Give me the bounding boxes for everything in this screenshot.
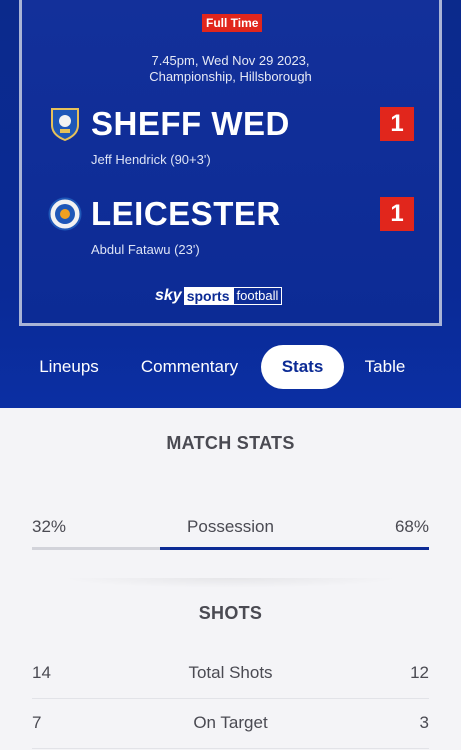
stat-row-total-shots: 14 Total Shots 12 bbox=[0, 663, 461, 693]
section-divider-shadow bbox=[60, 578, 400, 588]
possession-row: 32% Possession 68% bbox=[0, 517, 461, 547]
match-stats-heading: MATCH STATS bbox=[166, 433, 295, 453]
possession-bar-home bbox=[32, 547, 160, 550]
tab-table[interactable]: Table bbox=[358, 345, 412, 389]
home-score: 1 bbox=[380, 107, 414, 141]
tab-stats[interactable]: Stats bbox=[261, 345, 344, 389]
brand-sky: sky bbox=[155, 287, 182, 304]
status-badge: Full Time bbox=[202, 14, 263, 32]
possession-label: Possession bbox=[187, 517, 274, 536]
away-team-name[interactable]: LEICESTER bbox=[91, 195, 281, 233]
stat-divider bbox=[32, 748, 429, 749]
match-header: Full Time 7.45pm, Wed Nov 29 2023, Champ… bbox=[0, 0, 461, 408]
leicester-city-crest-icon[interactable] bbox=[48, 197, 82, 231]
scoreboard-card bbox=[19, 0, 442, 326]
on-target-away: 3 bbox=[419, 713, 429, 732]
shots-heading: SHOTS bbox=[198, 603, 263, 623]
tab-lineups[interactable]: Lineups bbox=[28, 345, 110, 389]
match-datetime: 7.45pm, Wed Nov 29 2023, bbox=[151, 53, 310, 68]
sky-sports-football-logo: sky sports football bbox=[155, 286, 283, 306]
total-shots-away: 12 bbox=[410, 663, 429, 682]
brand-sports: sports bbox=[183, 287, 233, 305]
total-shots-label: Total Shots bbox=[188, 663, 273, 682]
possession-away: 68% bbox=[394, 517, 429, 536]
sheffield-wednesday-crest-icon[interactable] bbox=[50, 107, 80, 142]
match-tabs: Lineups Commentary Stats Table bbox=[0, 340, 461, 394]
away-scorer: Abdul Fatawu (23') bbox=[91, 242, 200, 257]
stat-divider bbox=[32, 698, 429, 699]
tab-commentary[interactable]: Commentary bbox=[132, 345, 247, 389]
brand-football: football bbox=[232, 287, 283, 305]
possession-bar-away bbox=[160, 547, 429, 550]
home-scorer: Jeff Hendrick (90+3') bbox=[91, 152, 211, 167]
away-score: 1 bbox=[380, 197, 414, 231]
match-venue: Championship, Hillsborough bbox=[149, 69, 312, 84]
on-target-label: On Target bbox=[193, 713, 268, 732]
possession-bar bbox=[32, 547, 429, 550]
home-team-name[interactable]: SHEFF WED bbox=[91, 105, 290, 143]
stat-row-on-target: 7 On Target 3 bbox=[0, 713, 461, 743]
